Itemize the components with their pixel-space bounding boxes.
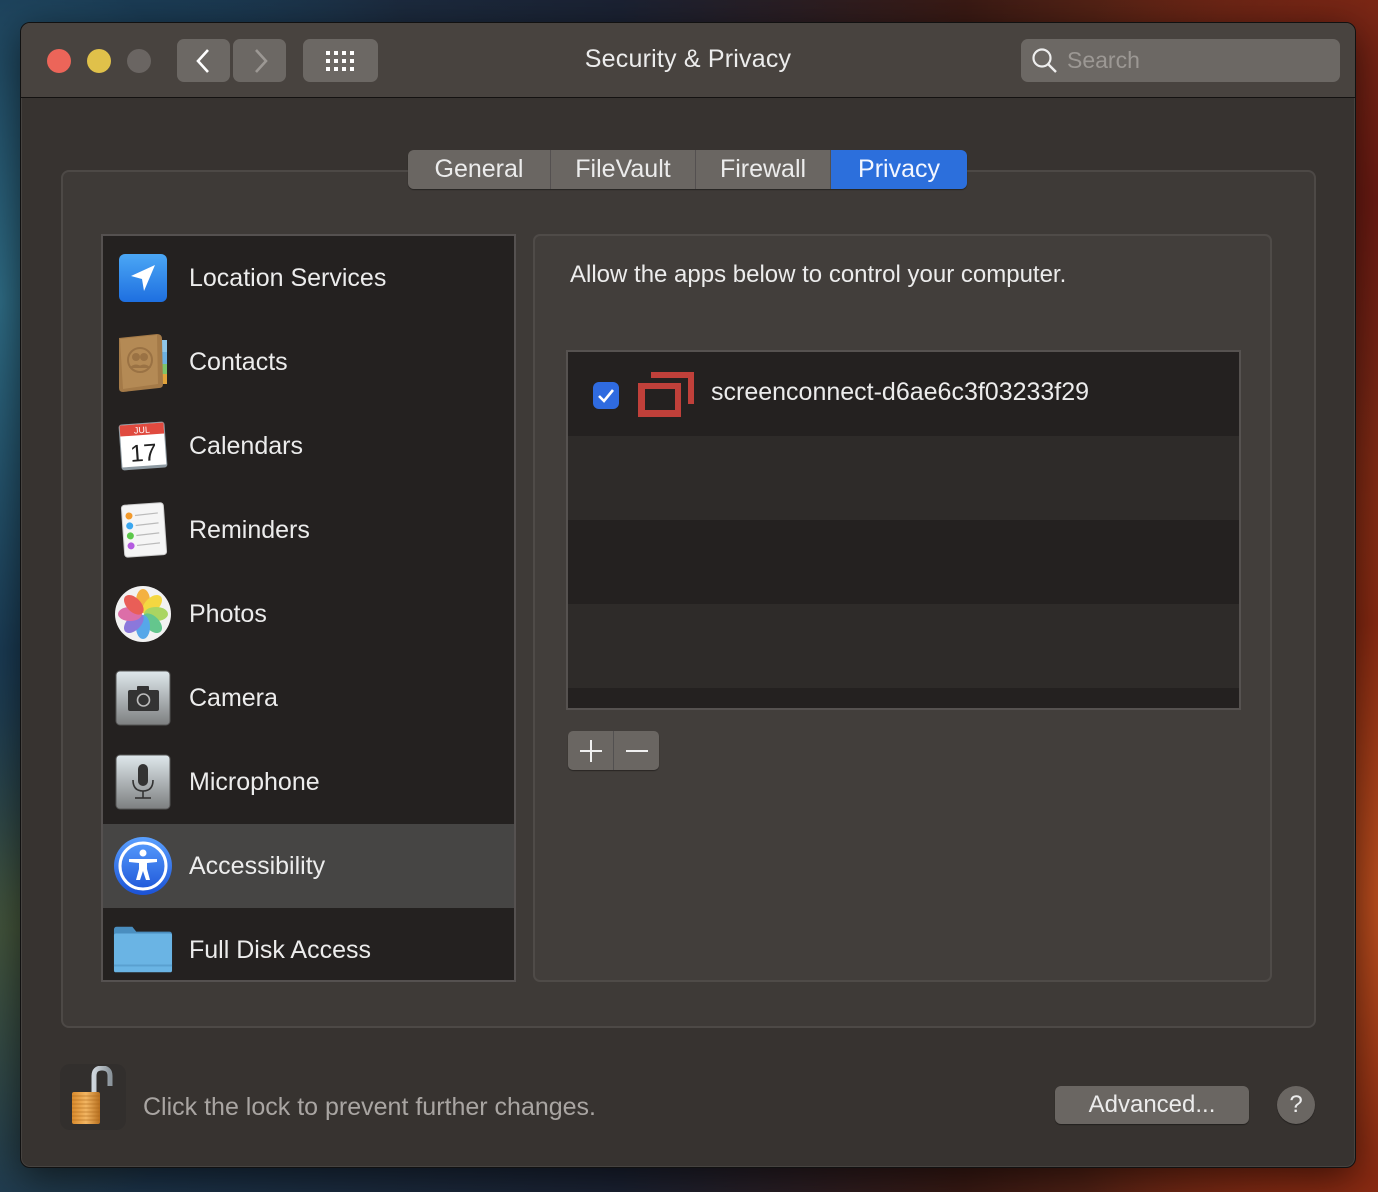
camera-icon [113, 668, 173, 728]
location-arrow-icon [113, 248, 173, 308]
help-button[interactable]: ? [1277, 1086, 1315, 1124]
advanced-button[interactable]: Advanced... [1055, 1086, 1249, 1124]
remove-app-button[interactable] [614, 731, 659, 770]
app-row[interactable]: screenconnect-d6ae6c3f03233f29 [568, 352, 1239, 436]
empty-row [568, 520, 1239, 604]
sidebar-item-accessibility[interactable]: Accessibility [103, 824, 514, 908]
add-remove-control [568, 731, 659, 770]
sidebar-item-reminders[interactable]: Reminders [103, 488, 514, 572]
minus-icon [625, 749, 648, 752]
sidebar-item-microphone[interactable]: Microphone [103, 740, 514, 824]
privacy-category-list: Location Services Contacts JUL 17 Calend… [101, 234, 516, 982]
unlocked-padlock-icon [72, 1066, 113, 1124]
calendar-icon-month: JUL [134, 424, 151, 435]
sidebar-item-label: Accessibility [189, 851, 326, 880]
plus-icon [579, 739, 602, 762]
sidebar-item-label: Location Services [189, 263, 387, 292]
reminders-list-icon [113, 500, 173, 560]
contacts-book-icon [113, 332, 173, 392]
search-field[interactable] [1021, 39, 1340, 82]
sidebar-item-photos[interactable]: Photos [103, 572, 514, 656]
sidebar-item-label: Photos [189, 599, 267, 628]
allowed-apps-list[interactable]: screenconnect-d6ae6c3f03233f29 [566, 350, 1241, 710]
sidebar-item-label: Calendars [189, 431, 303, 460]
tab-general[interactable]: General [408, 150, 551, 189]
sidebar-item-label: Full Disk Access [189, 935, 371, 964]
tab-privacy[interactable]: Privacy [831, 150, 967, 189]
tab-filevault[interactable]: FileVault [551, 150, 696, 189]
microphone-icon [113, 752, 173, 812]
photos-flower-icon [113, 584, 173, 644]
sidebar-item-contacts[interactable]: Contacts [103, 320, 514, 404]
app-enabled-checkbox[interactable] [593, 382, 619, 409]
search-icon [1032, 47, 1057, 73]
sidebar-item-label: Reminders [189, 515, 310, 544]
accessibility-panel: Allow the apps below to control your com… [533, 234, 1272, 982]
accessibility-icon [113, 836, 173, 896]
sidebar-item-full-disk-access[interactable]: Full Disk Access [103, 908, 514, 980]
search-input[interactable] [1067, 47, 1317, 74]
add-app-button[interactable] [568, 731, 614, 770]
tab-bar: General FileVault Firewall Privacy [408, 150, 967, 189]
empty-row [568, 604, 1239, 688]
checkmark-icon [598, 388, 615, 403]
sidebar-item-label: Microphone [189, 767, 320, 796]
empty-row [568, 436, 1239, 520]
panel-description: Allow the apps below to control your com… [570, 261, 1067, 288]
tab-firewall[interactable]: Firewall [696, 150, 831, 189]
calendar-icon: JUL 17 [113, 416, 173, 476]
app-name: screenconnect-d6ae6c3f03233f29 [711, 378, 1090, 406]
screenconnect-icon [637, 372, 695, 423]
folder-icon [113, 920, 173, 980]
lock-button[interactable] [60, 1064, 126, 1130]
lock-status-text: Click the lock to prevent further change… [143, 1093, 597, 1121]
sidebar-item-calendars[interactable]: JUL 17 Calendars [103, 404, 514, 488]
sidebar-item-label: Contacts [189, 347, 288, 376]
sidebar-item-label: Camera [189, 683, 278, 712]
sidebar-item-camera[interactable]: Camera [103, 656, 514, 740]
calendar-icon-day: 17 [129, 439, 158, 468]
sidebar-item-location-services[interactable]: Location Services [103, 236, 514, 320]
title-bar: Security & Privacy [21, 23, 1355, 98]
security-privacy-window: Security & Privacy General FileVault Fir… [20, 22, 1356, 1168]
